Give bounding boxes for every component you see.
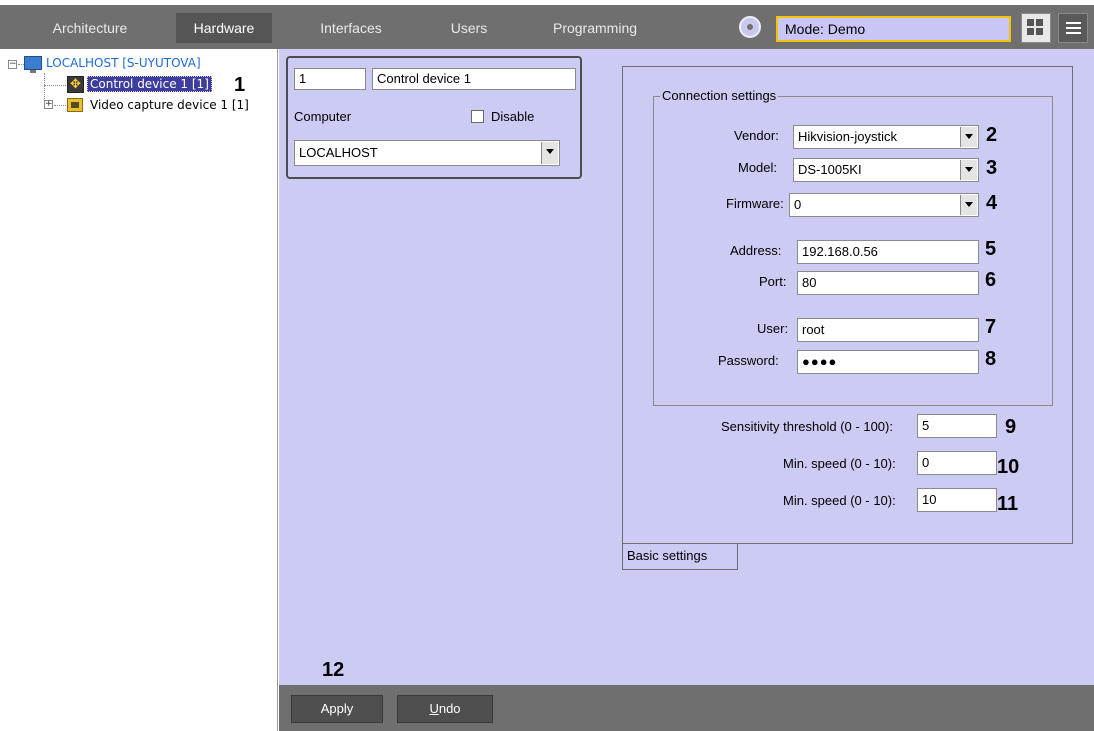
- model-label: Model:: [738, 160, 778, 175]
- callout-8: 8: [985, 348, 997, 370]
- callout-2: 2: [986, 124, 998, 146]
- tree-item-video-capture[interactable]: Video capture device 1 [1]: [90, 98, 249, 112]
- password-input[interactable]: ●●●●: [797, 350, 979, 374]
- model-select[interactable]: DS-1005KI: [793, 158, 979, 182]
- user-input[interactable]: root: [797, 318, 979, 342]
- layout-grid-icon[interactable]: [1021, 13, 1051, 43]
- computer-select-value: LOCALHOST: [299, 145, 378, 160]
- firmware-label: Firmware:: [726, 196, 784, 211]
- tab-programming[interactable]: Programming: [540, 13, 650, 43]
- firmware-select[interactable]: 0: [789, 193, 979, 217]
- chevron-down-icon[interactable]: [960, 127, 977, 147]
- settings-panel: 1 Control device 1 Computer Disable LOCA…: [279, 49, 1094, 731]
- callout-4: 4: [986, 192, 998, 214]
- max-speed-label: Min. speed (0 - 10):: [783, 493, 896, 508]
- address-input[interactable]: 192.168.0.56: [797, 240, 979, 264]
- device-tree: − LOCALHOST [S-UYUTOVA] ✥ Control device…: [0, 49, 278, 731]
- video-capture-icon: [67, 98, 83, 112]
- callout-7: 7: [985, 316, 997, 338]
- port-label: Port:: [759, 274, 787, 289]
- tab-basic-settings[interactable]: Basic settings: [622, 544, 738, 570]
- min-speed-input[interactable]: 0: [917, 451, 997, 475]
- sensitivity-input[interactable]: 5: [917, 414, 997, 438]
- apply-button[interactable]: Apply: [291, 695, 383, 723]
- vendor-select-value: Hikvision-joystick: [798, 129, 897, 144]
- tree-connector: [54, 105, 66, 106]
- chevron-down-icon[interactable]: [960, 195, 977, 215]
- callout-11: 11: [997, 493, 1019, 515]
- callout-10: 10: [997, 456, 1020, 478]
- callout-9: 9: [1005, 416, 1017, 438]
- control-device-icon: ✥: [67, 76, 84, 93]
- min-speed-label: Min. speed (0 - 10):: [783, 456, 896, 471]
- computer-select[interactable]: LOCALHOST: [294, 140, 560, 166]
- callout-5: 5: [985, 238, 997, 260]
- disable-checkbox[interactable]: [471, 110, 484, 123]
- object-properties-box: 1 Control device 1 Computer Disable LOCA…: [286, 56, 582, 179]
- vendor-label: Vendor:: [734, 128, 779, 143]
- mode-selector[interactable]: Mode: Demo: [776, 16, 1011, 42]
- expand-icon[interactable]: +: [44, 100, 53, 109]
- object-name-field[interactable]: Control device 1: [372, 68, 576, 90]
- computer-icon: [24, 56, 42, 73]
- sensitivity-label: Sensitivity threshold (0 - 100):: [721, 419, 893, 434]
- tab-users[interactable]: Users: [434, 13, 504, 43]
- callout-1: 1: [234, 74, 246, 96]
- undo-button[interactable]: Undo: [397, 695, 493, 723]
- tab-architecture[interactable]: Architecture: [30, 13, 150, 43]
- chevron-down-icon[interactable]: [960, 160, 977, 180]
- chevron-down-icon[interactable]: [541, 142, 558, 164]
- top-menu-bar: Architecture Hardware Interfaces Users P…: [0, 5, 1094, 49]
- computer-label: Computer: [294, 109, 352, 124]
- basic-settings-page: Connection settings Vendor: Hikvision-jo…: [622, 66, 1073, 544]
- menu-icon[interactable]: [1058, 13, 1088, 43]
- password-label: Password:: [718, 353, 779, 368]
- tree-item-control-device[interactable]: Control device 1 [1]: [87, 76, 212, 92]
- firmware-select-value: 0: [794, 197, 802, 212]
- address-label: Address:: [730, 243, 782, 258]
- object-id-field[interactable]: 1: [294, 68, 366, 90]
- callout-12: 12: [322, 659, 345, 681]
- callout-3: 3: [986, 157, 998, 179]
- tree-item-label: Control device 1 [1]: [87, 76, 212, 92]
- max-speed-input[interactable]: 10: [917, 488, 997, 512]
- undo-mnemonic: U: [429, 701, 439, 716]
- bottom-toolbar: Apply Undo: [279, 685, 1094, 731]
- port-input[interactable]: 80: [797, 271, 979, 295]
- tree-connector: [44, 85, 66, 86]
- collapse-icon[interactable]: −: [8, 60, 17, 69]
- model-select-value: DS-1005KI: [798, 162, 862, 177]
- mode-icon[interactable]: [739, 16, 761, 38]
- connection-settings-title: Connection settings: [660, 88, 779, 103]
- user-label: User:: [757, 321, 789, 336]
- vendor-select[interactable]: Hikvision-joystick: [793, 125, 979, 149]
- callout-6: 6: [985, 269, 997, 291]
- disable-label: Disable: [491, 109, 535, 124]
- undo-label: ndo: [438, 701, 461, 716]
- tab-interfaces[interactable]: Interfaces: [303, 13, 399, 43]
- tab-hardware[interactable]: Hardware: [176, 13, 272, 43]
- tree-root-label[interactable]: LOCALHOST [S-UYUTOVA]: [46, 56, 201, 70]
